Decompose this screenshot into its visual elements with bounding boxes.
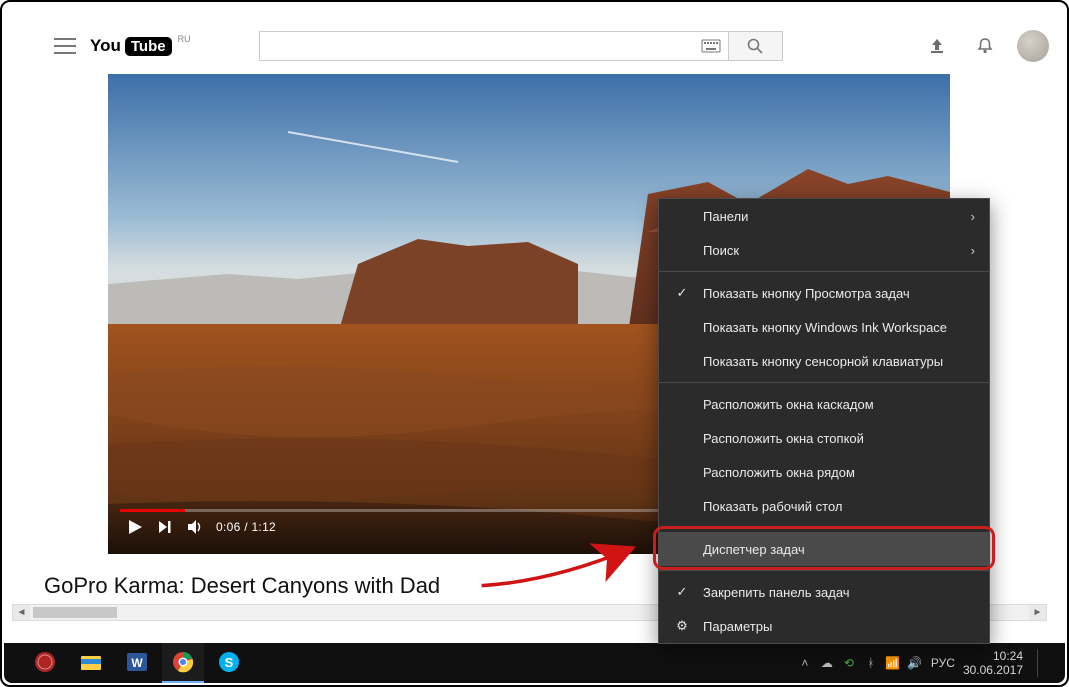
tray-chevron-icon[interactable]: ˄	[797, 655, 813, 671]
context-menu-item[interactable]: Расположить окна рядом	[659, 455, 989, 489]
context-menu-item[interactable]: Панели ›	[659, 199, 989, 233]
search-button[interactable]	[729, 31, 783, 61]
context-menu-item[interactable]: ✓ Закрепить панель задач	[659, 575, 989, 609]
context-menu-separator	[659, 382, 989, 383]
context-menu-label: Показать кнопку Windows Ink Workspace	[703, 320, 947, 335]
context-menu-label: Расположить окна стопкой	[703, 431, 864, 446]
tray-network-icon[interactable]: 📶	[885, 655, 901, 671]
taskbar-app-chrome[interactable]	[162, 643, 204, 683]
tray-language[interactable]: РУС	[931, 656, 955, 670]
taskbar-app-skype[interactable]: S	[208, 643, 250, 683]
scroll-thumb[interactable]	[33, 607, 117, 618]
play-button[interactable]	[120, 512, 150, 542]
taskbar: W S ˄ ☁ ⟲ ᚼ 📶 🔊 РУС 10:24 30.06.2017	[4, 643, 1065, 683]
context-menu-label: Показать кнопку Просмотра задач	[703, 286, 910, 301]
hamburger-icon[interactable]	[54, 38, 76, 54]
context-menu-separator	[659, 271, 989, 272]
context-menu-item[interactable]: Поиск ›	[659, 233, 989, 267]
taskbar-apps: W S	[4, 643, 250, 683]
context-menu-label: Параметры	[703, 619, 772, 634]
taskbar-app-edge[interactable]	[24, 643, 66, 683]
tray-sync-icon[interactable]: ⟲	[841, 655, 857, 671]
taskbar-time: 10:24	[963, 649, 1023, 663]
context-menu-label: Панели	[703, 209, 748, 224]
svg-text:W: W	[131, 656, 143, 670]
context-menu-item[interactable]: Расположить окна каскадом	[659, 387, 989, 421]
keyboard-icon[interactable]	[698, 36, 724, 56]
context-menu-separator	[659, 570, 989, 571]
taskbar-app-word[interactable]: W	[116, 643, 158, 683]
tray-bluetooth-icon[interactable]: ᚼ	[863, 655, 879, 671]
youtube-header: You Tube RU	[54, 28, 1049, 64]
context-menu-label: Диспетчер задач	[703, 542, 805, 557]
context-menu-label: Расположить окна каскадом	[703, 397, 874, 412]
gear-icon: ⚙	[673, 618, 691, 634]
chevron-right-icon: ›	[971, 209, 975, 224]
tray-onedrive-icon[interactable]: ☁	[819, 655, 835, 671]
taskbar-tray: ˄ ☁ ⟲ ᚼ 📶 🔊 РУС 10:24 30.06.2017	[797, 649, 1065, 677]
context-menu-label: Поиск	[703, 243, 739, 258]
context-menu-label: Закрепить панель задач	[703, 585, 850, 600]
context-menu-item[interactable]: Показать кнопку Windows Ink Workspace	[659, 310, 989, 344]
upload-icon[interactable]	[923, 32, 951, 60]
volume-button[interactable]	[180, 512, 210, 542]
logo-text-you: You	[90, 36, 121, 56]
taskbar-app-explorer[interactable]	[70, 643, 112, 683]
taskbar-clock[interactable]: 10:24 30.06.2017	[963, 649, 1023, 677]
search-input[interactable]	[260, 38, 698, 54]
check-icon: ✓	[673, 285, 691, 301]
chevron-right-icon: ›	[971, 243, 975, 258]
next-button[interactable]	[150, 512, 180, 542]
scroll-left-arrow[interactable]: ◄	[13, 605, 30, 620]
context-menu-label: Показать кнопку сенсорной клавиатуры	[703, 354, 943, 369]
context-menu-item[interactable]: Показать кнопку сенсорной клавиатуры	[659, 344, 989, 378]
taskbar-date: 30.06.2017	[963, 663, 1023, 677]
taskbar-context-menu: Панели › Поиск › ✓ Показать кнопку Просмотра …	[658, 198, 990, 644]
context-menu-item[interactable]: ✓ Показать кнопку Просмотра задач	[659, 276, 989, 310]
youtube-logo[interactable]: You Tube RU	[90, 36, 191, 56]
user-avatar[interactable]	[1017, 30, 1049, 62]
notifications-icon[interactable]	[971, 32, 999, 60]
tray-icons[interactable]: ˄ ☁ ⟲ ᚼ 📶 🔊	[797, 655, 923, 671]
context-menu-item[interactable]: ⚙ Параметры	[659, 609, 989, 643]
svg-text:S: S	[225, 655, 234, 670]
logo-region: RU	[178, 34, 191, 44]
check-icon: ✓	[673, 584, 691, 600]
context-menu-item[interactable]: Диспетчер задач	[659, 532, 989, 566]
context-menu-label: Расположить окна рядом	[703, 465, 855, 480]
context-menu-item[interactable]: Расположить окна стопкой	[659, 421, 989, 455]
tray-volume-icon[interactable]: 🔊	[907, 655, 923, 671]
time-display: 0:06 / 1:12	[216, 520, 276, 534]
context-menu-item[interactable]: Показать рабочий стол	[659, 489, 989, 523]
context-menu-label: Показать рабочий стол	[703, 499, 842, 514]
show-desktop-button[interactable]	[1037, 649, 1051, 677]
scroll-right-arrow[interactable]: ►	[1029, 605, 1046, 620]
search-box	[259, 31, 729, 61]
context-menu-separator	[659, 527, 989, 528]
logo-text-tube: Tube	[125, 37, 172, 56]
